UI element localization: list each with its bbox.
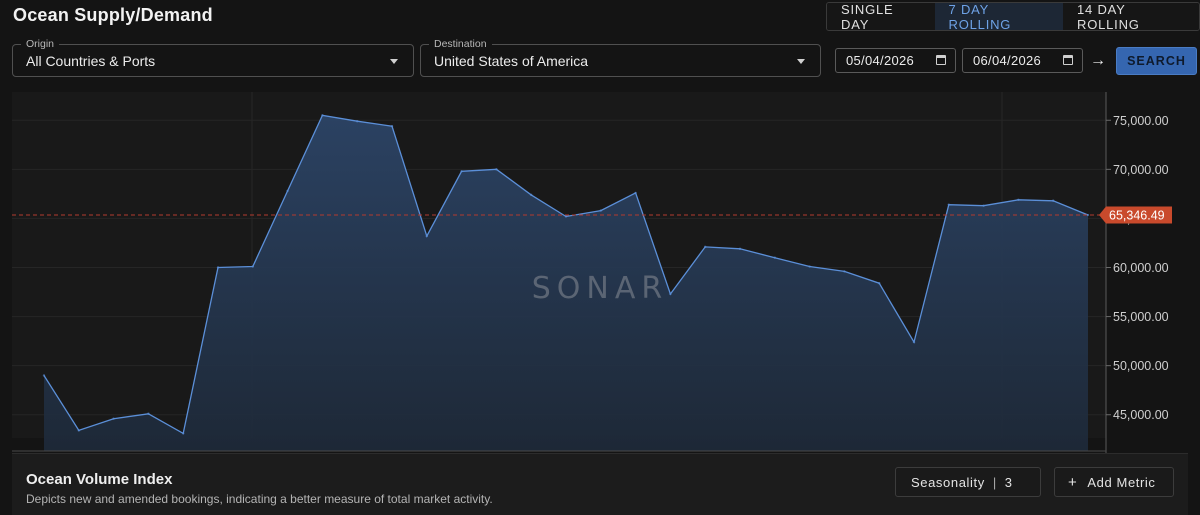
metric-title: Ocean Volume Index <box>26 471 173 488</box>
caret-down-icon <box>797 59 805 64</box>
add-metric-label: Add Metric <box>1087 474 1156 490</box>
mode-toggle-group: SINGLE DAY 7 DAY ROLLING 14 DAY ROLLING <box>826 2 1200 31</box>
ocean-volume-chart[interactable]: SONAR 45,000.00 50,000.00 55,000.00 60,000.… <box>0 92 1200 453</box>
data-point <box>77 429 81 432</box>
y-axis-ticks: 45,000.0050,000.0055,000.0060,000.0065,0… <box>1106 114 1169 422</box>
data-point <box>251 265 254 268</box>
data-point <box>773 256 776 259</box>
data-point <box>112 417 115 420</box>
data-point <box>808 265 811 268</box>
data-point <box>42 374 46 377</box>
data-point <box>460 170 463 173</box>
metric-description: Depicts new and amended bookings, indica… <box>26 492 493 506</box>
data-point <box>738 247 742 251</box>
end-date-input[interactable]: 06/04/2026 <box>962 48 1083 73</box>
data-point <box>356 120 359 123</box>
origin-value: All Countries & Ports <box>26 53 156 69</box>
data-point <box>564 215 568 218</box>
origin-label: Origin <box>21 38 60 50</box>
seasonality-button[interactable]: Seasonality | 3 <box>895 467 1041 497</box>
page-title: Ocean Supply/Demand <box>13 5 213 25</box>
destination-label: Destination <box>429 38 492 50</box>
arrow-right-icon: → <box>1090 52 1106 69</box>
y-tick-label: 55,000.00 <box>1113 310 1169 324</box>
data-point <box>182 432 185 435</box>
data-point <box>947 203 950 206</box>
data-point <box>390 124 394 128</box>
data-point <box>704 245 707 249</box>
y-tick-label: 45,000.00 <box>1113 408 1169 422</box>
seasonality-separator: | <box>992 474 997 490</box>
seasonality-label: Seasonality <box>911 474 985 490</box>
data-point <box>843 270 846 273</box>
data-point <box>530 193 533 197</box>
origin-select[interactable]: Origin All Countries & Ports <box>12 38 414 77</box>
add-metric-button[interactable]: + Add Metric <box>1054 467 1174 497</box>
seasonality-value: 3 <box>1004 474 1013 490</box>
caret-down-icon <box>390 59 398 64</box>
mode-14-day-rolling[interactable]: 14 DAY ROLLING <box>1063 3 1199 30</box>
data-point <box>321 114 324 117</box>
y-tick-label: 75,000.00 <box>1113 114 1169 128</box>
start-date-value: 05/04/2026 <box>846 53 915 68</box>
end-date-value: 06/04/2026 <box>973 53 1042 68</box>
data-point <box>599 209 602 212</box>
data-point <box>495 168 498 171</box>
y-tick-label: 50,000.00 <box>1113 359 1169 373</box>
data-point <box>1017 198 1020 201</box>
data-point <box>1052 199 1055 202</box>
search-button[interactable]: SEARCH <box>1116 47 1197 75</box>
data-point <box>147 412 150 415</box>
mode-single-day[interactable]: SINGLE DAY <box>827 3 935 30</box>
chart-area[interactable]: SONAR 45,000.00 50,000.00 55,000.00 60,000.… <box>0 92 1200 453</box>
mode-7-day-rolling[interactable]: 7 DAY ROLLING <box>934 3 1064 30</box>
data-point <box>878 282 881 285</box>
metric-panel: Ocean Volume Index Depicts new and amend… <box>12 453 1188 515</box>
data-point <box>216 266 220 269</box>
calendar-icon[interactable] <box>1063 55 1073 65</box>
plus-icon: + <box>1068 473 1078 491</box>
destination-select[interactable]: Destination United States of America <box>420 38 821 77</box>
data-point <box>286 189 289 193</box>
destination-value: United States of America <box>434 53 589 69</box>
sonar-watermark: SONAR <box>532 271 668 306</box>
data-point <box>669 292 672 296</box>
data-point <box>425 234 428 238</box>
data-point <box>1086 213 1090 217</box>
last-value-badge: 65,346.49 <box>1099 206 1172 224</box>
calendar-icon[interactable] <box>936 55 946 65</box>
data-point <box>912 340 916 344</box>
start-date-input[interactable]: 05/04/2026 <box>835 48 956 73</box>
last-value-label: 65,346.49 <box>1109 209 1165 223</box>
data-point <box>634 191 637 195</box>
y-tick-label: 60,000.00 <box>1113 261 1169 275</box>
y-tick-label: 70,000.00 <box>1113 163 1169 177</box>
data-point <box>982 204 985 207</box>
